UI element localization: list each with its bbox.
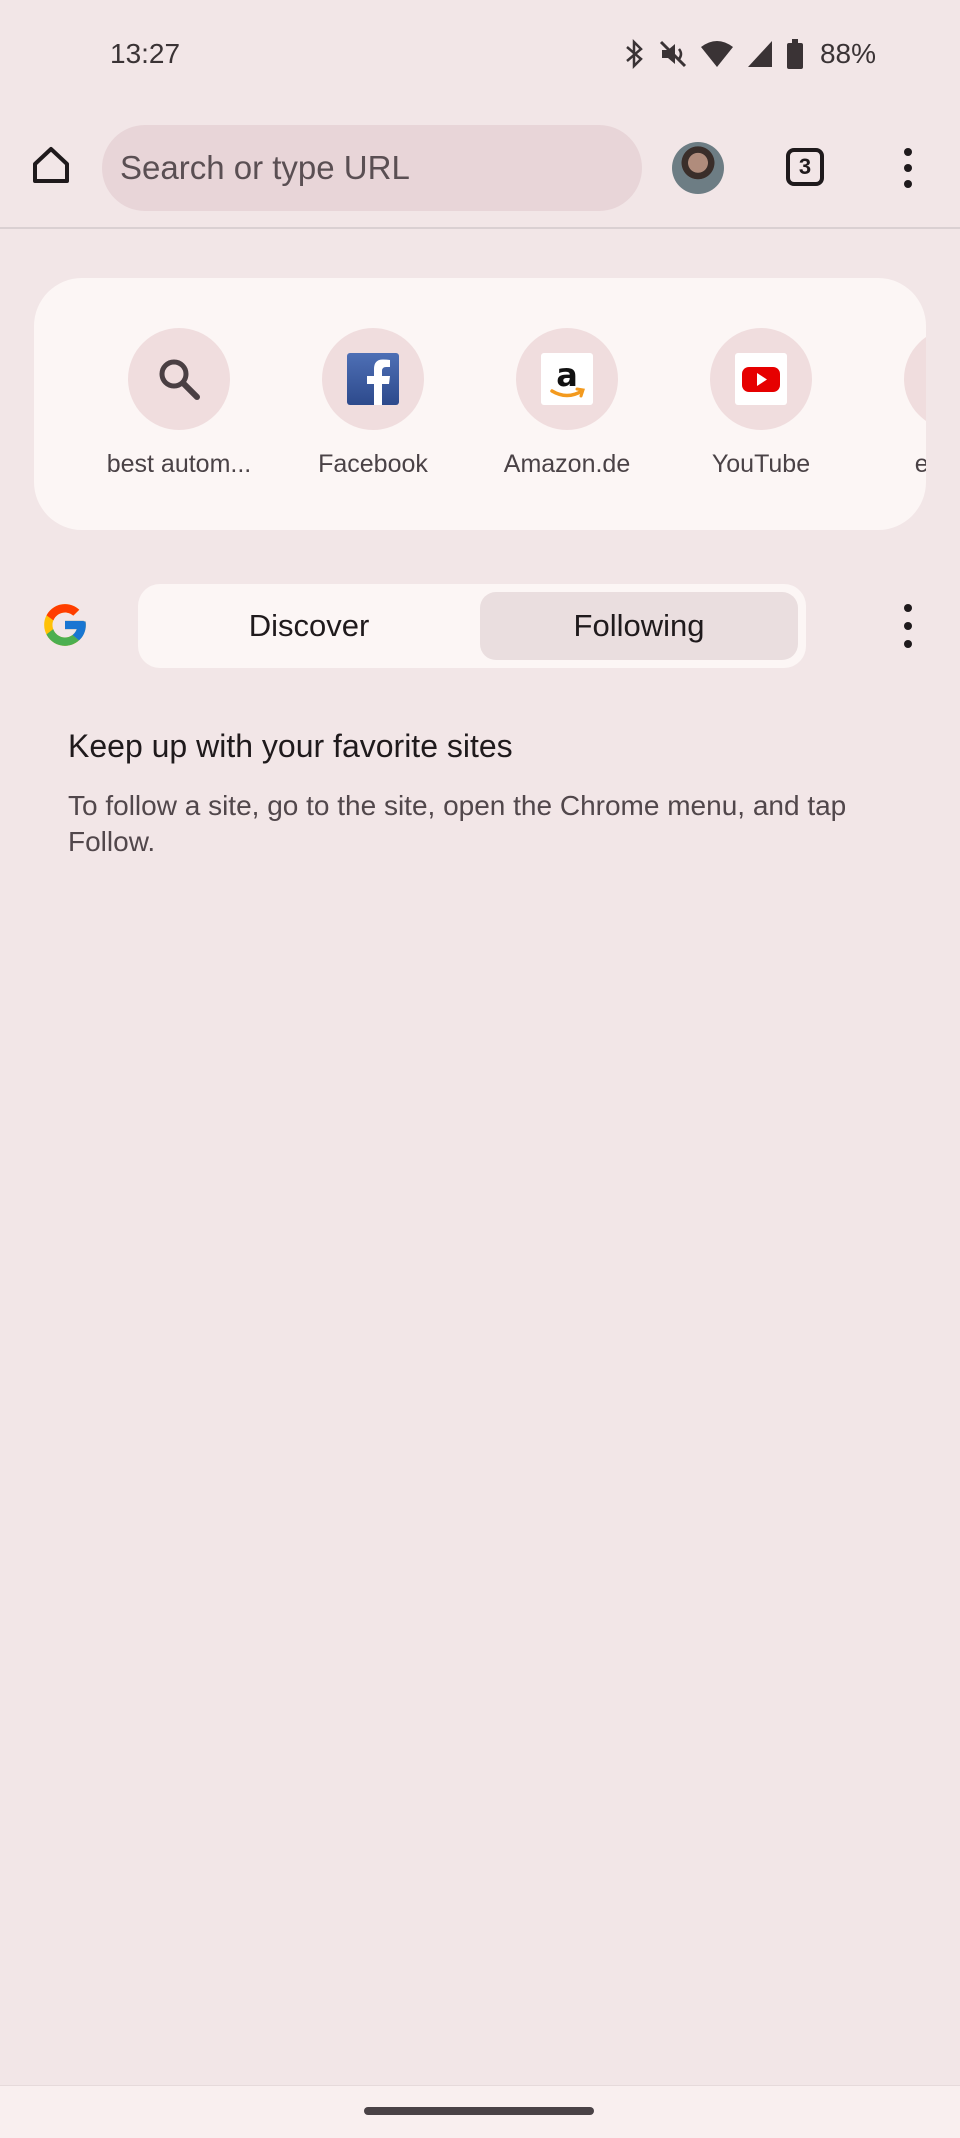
shortcut-tile[interactable]: best autom... <box>89 328 269 479</box>
shortcut-label: Facebook <box>318 450 428 478</box>
youtube-icon <box>735 353 787 405</box>
account-avatar[interactable] <box>672 142 724 194</box>
shortcut-label: Amazon.de <box>503 450 631 478</box>
shortcut-label: eBay K <box>914 450 926 478</box>
signal-icon <box>746 39 774 69</box>
battery-percent: 88% <box>819 38 876 69</box>
tab-following-label: Following <box>573 608 705 643</box>
status-time: 13:27 <box>110 38 181 69</box>
shortcut-tile[interactable]: YouTube <box>671 328 851 479</box>
toolbar-divider <box>0 227 960 229</box>
shortcut-label: YouTube <box>711 450 811 478</box>
shortcuts-card: best autom... Facebook a Amazon.de YouTu… <box>34 278 926 530</box>
gesture-handle[interactable] <box>364 2107 594 2115</box>
status-icons: 88% <box>624 36 876 72</box>
omnibox-placeholder: Search or type URL <box>120 149 410 186</box>
feed-menu-button[interactable] <box>890 604 926 648</box>
tab-discover[interactable]: Discover <box>146 592 472 660</box>
home-icon <box>33 147 69 183</box>
omnibox[interactable]: Search or type URL <box>102 125 642 211</box>
menu-dot <box>904 604 912 612</box>
amazon-icon: a <box>541 353 593 405</box>
tab-count: 3 <box>798 154 812 179</box>
shortcut-tile[interactable]: eBay K <box>865 328 926 479</box>
mute-icon <box>658 39 688 69</box>
menu-dot <box>904 622 912 630</box>
shortcut-icon-circle <box>904 328 926 430</box>
shortcut-icon-circle: a <box>516 328 618 430</box>
battery-icon <box>786 38 804 70</box>
tab-discover-label: Discover <box>248 608 370 643</box>
home-button[interactable] <box>26 140 76 190</box>
shortcut-tile[interactable]: Facebook <box>283 328 463 479</box>
bluetooth-icon <box>624 38 646 70</box>
following-empty-description: To follow a site, go to the site, open t… <box>68 790 847 857</box>
shortcut-icon-circle <box>128 328 230 430</box>
menu-dot <box>904 148 912 156</box>
google-logo-icon <box>44 604 86 646</box>
following-empty-title: Keep up with your favorite sites <box>68 728 513 764</box>
shortcut-icon-circle <box>710 328 812 430</box>
menu-dot <box>904 180 912 188</box>
feed-tab-switch: Discover Following <box>138 584 806 668</box>
menu-dot <box>904 164 912 172</box>
facebook-icon <box>347 353 399 405</box>
shortcut-label: best autom... <box>106 450 252 478</box>
shortcut-tile[interactable]: a Amazon.de <box>477 328 657 479</box>
tab-switcher-button[interactable]: 3 <box>786 148 824 186</box>
overflow-menu-button[interactable] <box>890 142 926 194</box>
tab-following[interactable]: Following <box>480 592 798 660</box>
menu-dot <box>904 640 912 648</box>
shortcut-icon-circle <box>322 328 424 430</box>
wifi-icon <box>700 39 734 69</box>
svg-text:a: a <box>556 356 578 394</box>
search-icon <box>159 359 200 400</box>
